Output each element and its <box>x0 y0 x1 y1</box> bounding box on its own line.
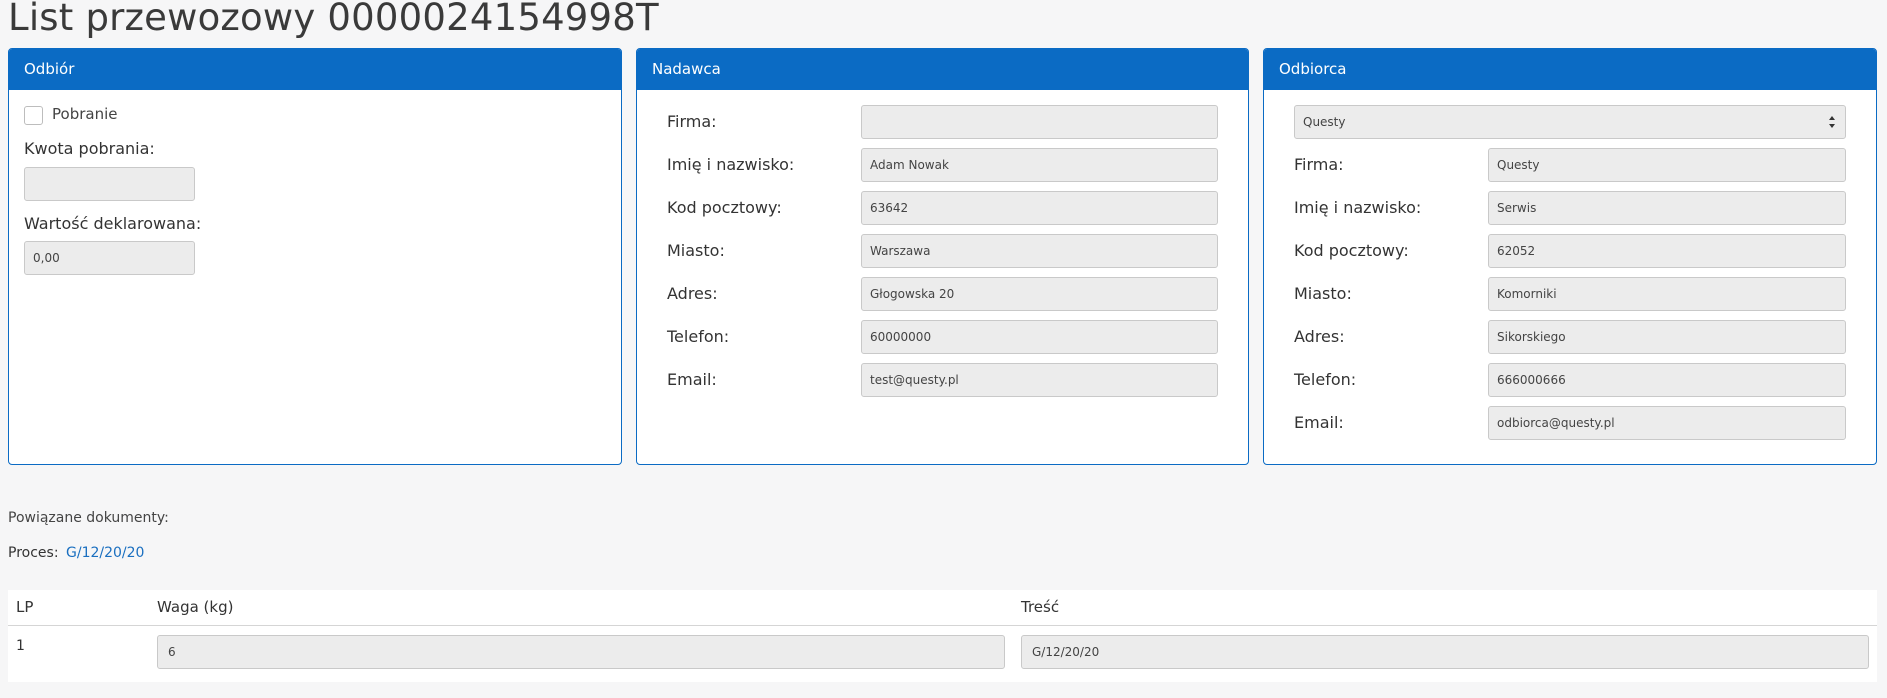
recipient-city-input[interactable]: Komorniki <box>1488 277 1846 311</box>
table-divider <box>8 625 1877 626</box>
sender-company-row: Firma: <box>667 105 1218 139</box>
recipient-address-row: Adres: Sikorskiego <box>1294 320 1846 354</box>
recipient-phone-input[interactable]: 666000666 <box>1488 363 1846 397</box>
sender-email-row: Email: test@questy.pl <box>667 363 1218 397</box>
nadawca-panel: Nadawca Firma: Imię i nazwisko: Adam Now… <box>636 48 1249 465</box>
column-header-content: Treść <box>1021 598 1060 616</box>
packages-table: LP Waga (kg) Treść 1 6 G/12/20/20 <box>8 590 1877 682</box>
recipient-phone-label: Telefon: <box>1294 370 1357 389</box>
odbiorca-header: Odbiorca <box>1264 49 1876 90</box>
cod-checkbox[interactable] <box>24 106 43 125</box>
proces-link[interactable]: G/12/20/20 <box>66 545 144 561</box>
sender-postcode-input[interactable]: 63642 <box>861 191 1218 225</box>
recipient-name-label: Imię i nazwisko: <box>1294 198 1422 217</box>
declared-value-label: Wartość deklarowana: <box>24 214 202 233</box>
sender-company-input[interactable] <box>861 105 1218 139</box>
declared-value-input[interactable]: 0,00 <box>24 241 195 275</box>
sender-company-label: Firma: <box>667 112 717 131</box>
recipient-name-row: Imię i nazwisko: Serwis <box>1294 191 1846 225</box>
sender-phone-label: Telefon: <box>667 327 730 346</box>
recipient-postcode-input[interactable]: 62052 <box>1488 234 1846 268</box>
sender-name-row: Imię i nazwisko: Adam Nowak <box>667 148 1218 182</box>
sender-postcode-row: Kod pocztowy: 63642 <box>667 191 1218 225</box>
sender-address-row: Adres: Głogowska 20 <box>667 277 1218 311</box>
recipient-address-label: Adres: <box>1294 327 1345 346</box>
row-lp: 1 <box>16 638 25 654</box>
recipient-company-input[interactable]: Questy <box>1488 148 1846 182</box>
sender-name-label: Imię i nazwisko: <box>667 155 795 174</box>
odbior-panel: Odbiór Pobranie Kwota pobrania: Wartość … <box>8 48 622 465</box>
sender-postcode-label: Kod pocztowy: <box>667 198 782 217</box>
column-header-weight: Waga (kg) <box>157 598 234 616</box>
recipient-postcode-label: Kod pocztowy: <box>1294 241 1409 260</box>
cod-amount-label: Kwota pobrania: <box>24 139 155 158</box>
sender-email-input[interactable]: test@questy.pl <box>861 363 1218 397</box>
proces-label: Proces: <box>8 545 59 561</box>
recipient-company-label: Firma: <box>1294 155 1344 174</box>
sender-city-row: Miasto: Warszawa <box>667 234 1218 268</box>
select-arrows-icon <box>1829 116 1835 128</box>
sender-name-input[interactable]: Adam Nowak <box>861 148 1218 182</box>
odbiorca-panel: Odbiorca Questy Firma: Questy Imię i naz… <box>1263 48 1877 465</box>
recipient-city-label: Miasto: <box>1294 284 1352 303</box>
related-documents-label: Powiązane dokumenty: <box>8 510 169 526</box>
recipient-postcode-row: Kod pocztowy: 62052 <box>1294 234 1846 268</box>
page-title: List przewozowy 0000024154998T <box>8 0 659 39</box>
recipient-phone-row: Telefon: 666000666 <box>1294 363 1846 397</box>
recipient-select[interactable]: Questy <box>1294 105 1846 139</box>
recipient-email-label: Email: <box>1294 413 1344 432</box>
sender-address-label: Adres: <box>667 284 718 303</box>
sender-city-input[interactable]: Warszawa <box>861 234 1218 268</box>
recipient-city-row: Miasto: Komorniki <box>1294 277 1846 311</box>
sender-city-label: Miasto: <box>667 241 725 260</box>
recipient-select-value: Questy <box>1303 115 1346 129</box>
column-header-lp: LP <box>16 598 34 616</box>
nadawca-header: Nadawca <box>637 49 1248 90</box>
recipient-email-input[interactable]: odbiorca@questy.pl <box>1488 406 1846 440</box>
odbior-header: Odbiór <box>9 49 621 90</box>
content-input[interactable]: G/12/20/20 <box>1021 635 1869 669</box>
recipient-email-row: Email: odbiorca@questy.pl <box>1294 406 1846 440</box>
sender-phone-input[interactable]: 60000000 <box>861 320 1218 354</box>
recipient-address-input[interactable]: Sikorskiego <box>1488 320 1846 354</box>
weight-input[interactable]: 6 <box>157 635 1005 669</box>
recipient-name-input[interactable]: Serwis <box>1488 191 1846 225</box>
sender-email-label: Email: <box>667 370 717 389</box>
recipient-company-row: Firma: Questy <box>1294 148 1846 182</box>
sender-phone-row: Telefon: 60000000 <box>667 320 1218 354</box>
cod-amount-input[interactable] <box>24 167 195 201</box>
cod-checkbox-label: Pobranie <box>52 105 118 123</box>
sender-address-input[interactable]: Głogowska 20 <box>861 277 1218 311</box>
